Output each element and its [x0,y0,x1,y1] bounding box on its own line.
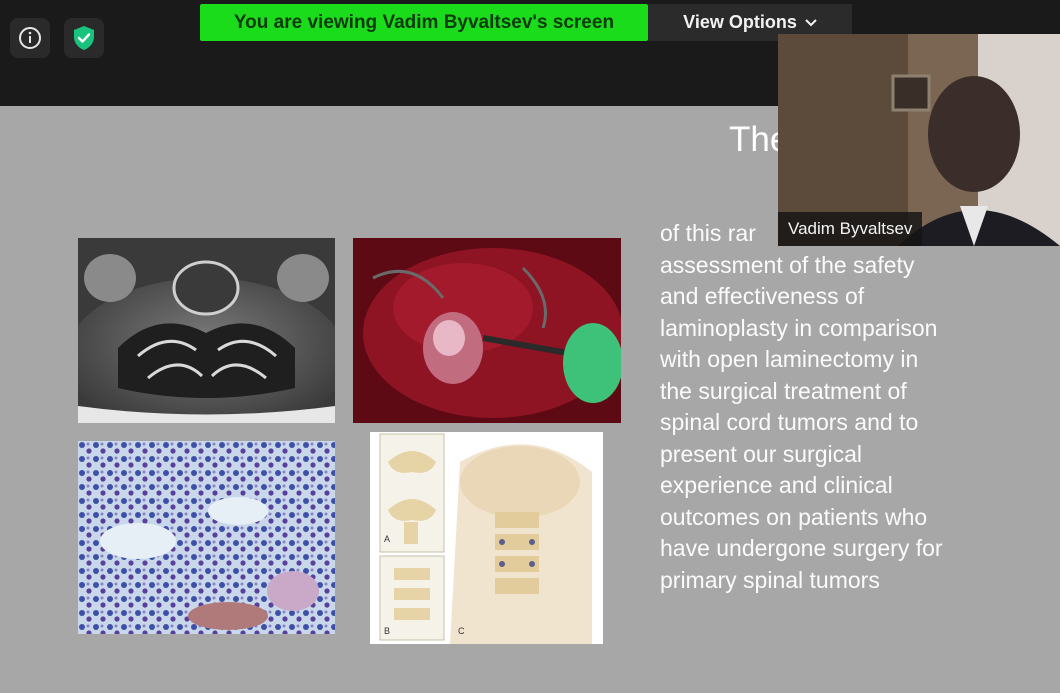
slide-line: experience and clinical [660,472,893,498]
laminoplasty-illustration: A B C [370,432,603,644]
slide-line: of this rar [660,220,756,246]
slide-line: primary spinal tumors [660,566,880,593]
figure-label-c: C [458,626,465,636]
slide-line: have undergone surgery for [660,535,943,561]
view-options-label: View Options [683,12,797,32]
shield-check-icon [74,26,94,50]
slide-line: with open laminectomy in [660,346,919,372]
participant-name-label: Vadim Byvaltsev [778,212,923,246]
figure-label-b: B [384,626,391,636]
chevron-down-icon [805,18,817,26]
meeting-info-button[interactable] [10,18,50,58]
info-icon [19,27,41,49]
slide-line: assessment of the safety [660,251,915,278]
screen-share-banner: You are viewing Vadim Byvaltsev's screen [200,4,648,41]
slide-line: spinal cord tumors and to [660,409,919,435]
slide-line: and effectiveness of [660,283,865,309]
mri-image [78,238,335,423]
encryption-button[interactable] [64,18,104,58]
slide-line: the surgical treatment of [660,377,907,404]
surgical-photo [353,238,621,423]
slide-body-text: of this rar assessment of the safety and… [660,218,1003,596]
histology-image [78,441,335,634]
slide-line: laminoplasty in comparison [660,314,938,341]
slide-line: present our surgical [660,440,862,467]
figure-label-a: A [384,534,391,544]
slide-line: outcomes on patients who [660,503,928,530]
